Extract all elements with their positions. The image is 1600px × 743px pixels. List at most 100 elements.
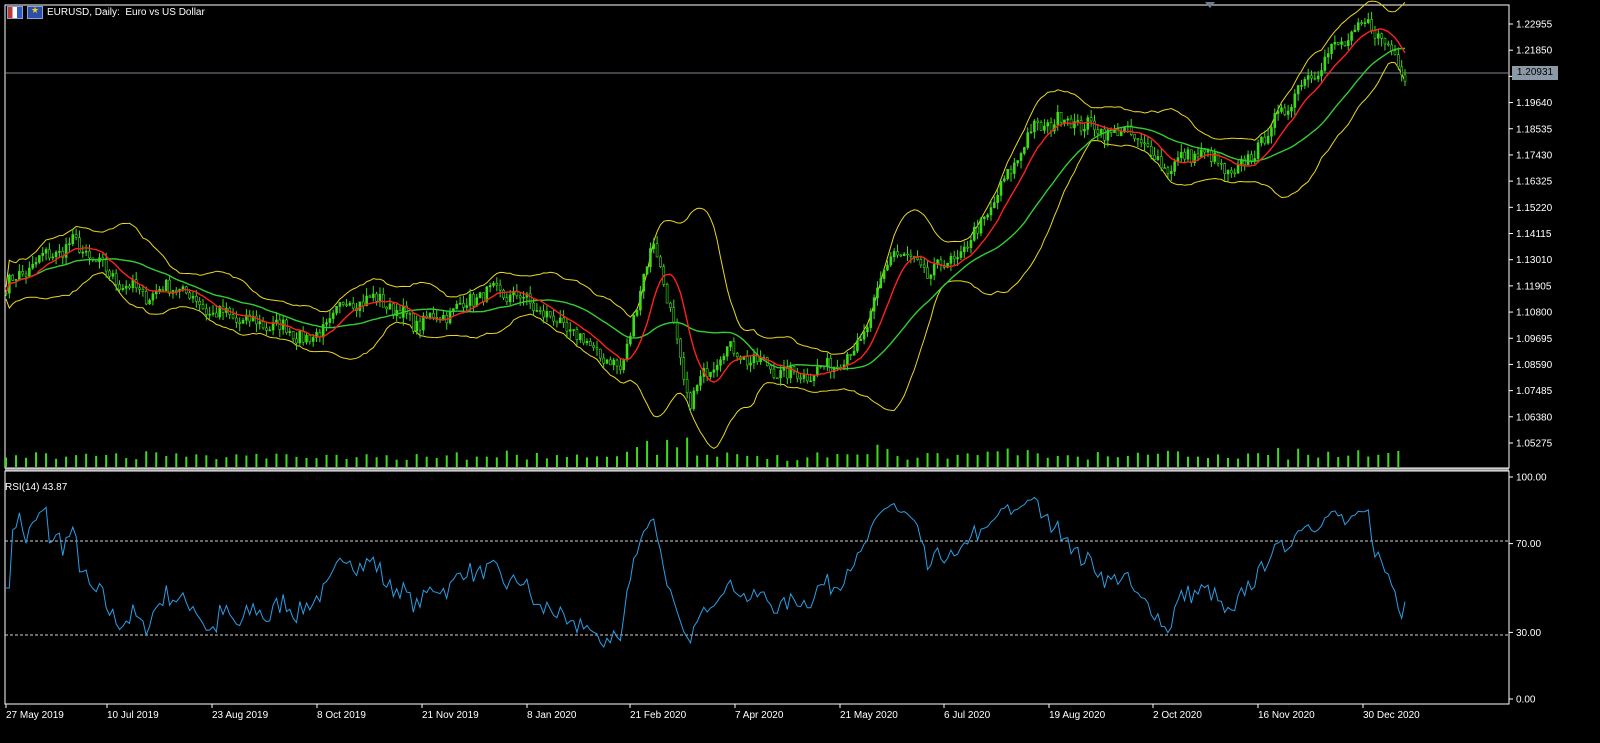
price-tick-label: 1.13010: [1516, 255, 1553, 266]
candle-body: [926, 267, 929, 279]
candle-body: [388, 303, 392, 310]
rsi-axis[interactable]: 100.00 70.00 30.00 0.00: [1509, 473, 1547, 706]
candle-body: [1260, 136, 1263, 144]
candle-body: [38, 255, 41, 263]
time-tick-label: 27 May 2019: [6, 710, 64, 721]
candle-body: [1056, 111, 1060, 126]
volume-bar: [55, 458, 58, 467]
candle-body: [462, 303, 465, 308]
chart-canvas[interactable]: 1.229551.218501.207451.196401.185351.174…: [0, 0, 1600, 743]
candle-body: [1103, 128, 1106, 141]
volume-bar: [716, 456, 719, 467]
candle-body: [619, 365, 622, 371]
candle-body: [1043, 125, 1046, 131]
candle-body: [54, 252, 58, 258]
price-axis[interactable]: 1.229551.218501.207451.196401.185351.174…: [1509, 20, 1553, 450]
candle-body: [645, 266, 649, 275]
candle-body: [1370, 19, 1373, 31]
candle-body: [615, 359, 619, 367]
candles: [4, 11, 1407, 412]
volume-bar: [1086, 459, 1089, 467]
candle-body: [305, 334, 308, 343]
candle-body: [1216, 152, 1220, 164]
candle-body: [876, 287, 879, 299]
time-tick-label: 19 Aug 2020: [1049, 710, 1106, 721]
volume-bar: [856, 454, 859, 467]
candle-body: [498, 284, 502, 291]
candle-body: [1310, 75, 1313, 79]
candle-body: [161, 289, 165, 291]
volume-bar: [5, 457, 7, 467]
candle-body: [932, 264, 936, 276]
candle-body: [1039, 122, 1043, 131]
candle-body: [88, 250, 91, 259]
volume-bar: [555, 455, 558, 467]
candle-body: [595, 347, 599, 350]
volume-bar: [445, 455, 448, 467]
chart-shift-marker-icon[interactable]: [1205, 2, 1215, 8]
volume-bar: [115, 453, 118, 467]
volume-bar: [375, 457, 378, 467]
time-axis[interactable]: 27 May 2019 10 Jul 2019 23 Aug 2019 8 Oct 2…: [5, 704, 1420, 721]
candle-body: [164, 279, 168, 291]
candle-body: [458, 303, 462, 305]
candle-body: [1019, 153, 1023, 161]
volume-bar: [816, 452, 819, 467]
candle-body: [51, 256, 55, 259]
candle-body: [321, 324, 325, 338]
price-tick-label: 1.08590: [1516, 360, 1553, 371]
price-tick-label: 1.22955: [1516, 20, 1553, 31]
candle-body: [71, 234, 75, 245]
candle-body: [715, 364, 719, 371]
candle-body: [1330, 43, 1333, 54]
candle-body: [722, 355, 726, 361]
volume-bar: [996, 451, 999, 467]
volume-bar: [636, 447, 639, 467]
candle-body: [255, 315, 258, 325]
candle-body: [1213, 152, 1216, 162]
candle-body: [745, 356, 749, 366]
candle-body: [368, 295, 372, 298]
candle-body: [438, 317, 442, 320]
volume-bar: [676, 447, 679, 467]
candle-body: [568, 329, 572, 332]
candle-body: [335, 306, 338, 314]
candle-body: [562, 317, 565, 323]
candle-body: [1290, 107, 1293, 112]
candle-body: [802, 374, 806, 379]
candle-body: [886, 264, 889, 271]
candle-body: [592, 345, 595, 348]
chart-window[interactable]: 1.229551.218501.207451.196401.185351.174…: [0, 0, 1600, 743]
time-tick-label: 21 May 2020: [840, 710, 898, 721]
candle-body: [455, 303, 459, 309]
volume-bar: [666, 439, 669, 467]
candle-body: [1163, 167, 1166, 170]
candle-body: [1403, 74, 1407, 82]
candle-body: [1153, 154, 1156, 160]
volume-bar: [515, 454, 518, 467]
volume-bar: [706, 454, 709, 467]
time-tick-label: 30 Dec 2020: [1363, 710, 1420, 721]
volume-bar: [1146, 454, 1149, 467]
candle-body: [1320, 70, 1323, 77]
candle-body: [415, 320, 418, 332]
time-tick-label: 7 Apr 2020: [735, 710, 784, 721]
volume-bar: [315, 458, 318, 467]
rsi-tick-label: 30.00: [1516, 628, 1541, 639]
volume-bar: [345, 459, 348, 467]
price-tick-label: 1.14115: [1516, 229, 1552, 240]
price-tick-label: 1.18535: [1516, 124, 1553, 135]
volume-bar: [545, 458, 548, 467]
candle-body: [308, 334, 312, 342]
price-tick-label: 1.10800: [1516, 308, 1553, 319]
candle-body: [1273, 113, 1277, 128]
volume-bar: [976, 455, 979, 467]
candle-body: [174, 290, 178, 292]
candle-body: [144, 291, 148, 305]
rsi-tick-label: 0.00: [1516, 695, 1536, 706]
volume-bar: [1317, 457, 1320, 467]
candle-body: [695, 385, 699, 392]
candle-body: [535, 310, 539, 312]
candle-body: [395, 309, 398, 316]
volume-bar: [415, 454, 418, 467]
